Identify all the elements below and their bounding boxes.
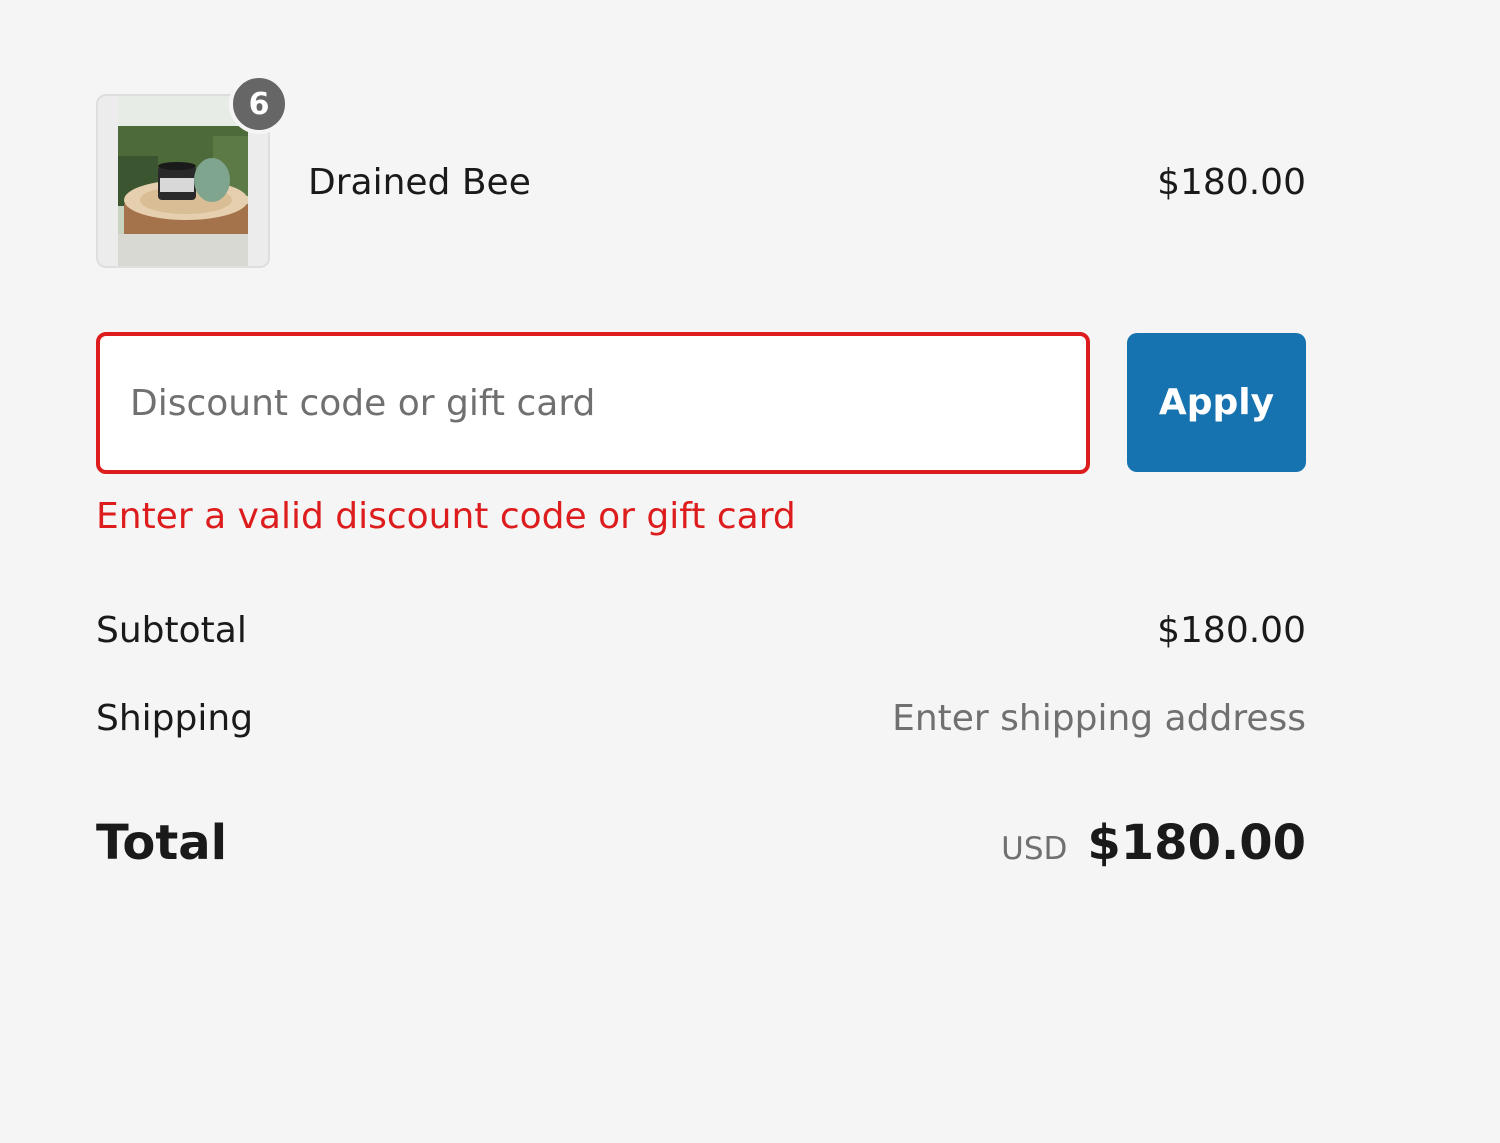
total-label: Total xyxy=(96,815,228,871)
subtotal-row: Subtotal $180.00 xyxy=(96,610,1306,660)
subtotal-value: $180.00 xyxy=(1157,610,1306,651)
discount-error-message: Enter a valid discount code or gift card xyxy=(96,496,796,537)
candle-photo-icon xyxy=(118,96,248,266)
product-thumbnail: 6 xyxy=(96,74,289,268)
product-name: Drained Bee xyxy=(308,162,531,203)
order-summary: 6 Drained Bee $180.00 Apply Enter a vali… xyxy=(96,0,1306,1143)
shipping-label: Shipping xyxy=(96,698,254,739)
subtotal-label: Subtotal xyxy=(96,610,247,651)
shipping-row: Shipping Enter shipping address xyxy=(96,698,1306,748)
discount-code-input[interactable] xyxy=(96,332,1090,474)
shipping-value: Enter shipping address xyxy=(892,698,1306,739)
total-row: Total USD $180.00 xyxy=(96,815,1306,885)
line-item: 6 Drained Bee $180.00 xyxy=(96,74,1306,268)
apply-button[interactable]: Apply xyxy=(1127,333,1306,472)
currency-code: USD xyxy=(1001,831,1068,867)
quantity-badge: 6 xyxy=(229,74,289,134)
product-price: $180.00 xyxy=(1157,162,1306,203)
total-amount: $180.00 xyxy=(1087,815,1306,871)
total-value-group: USD $180.00 xyxy=(1001,815,1306,871)
